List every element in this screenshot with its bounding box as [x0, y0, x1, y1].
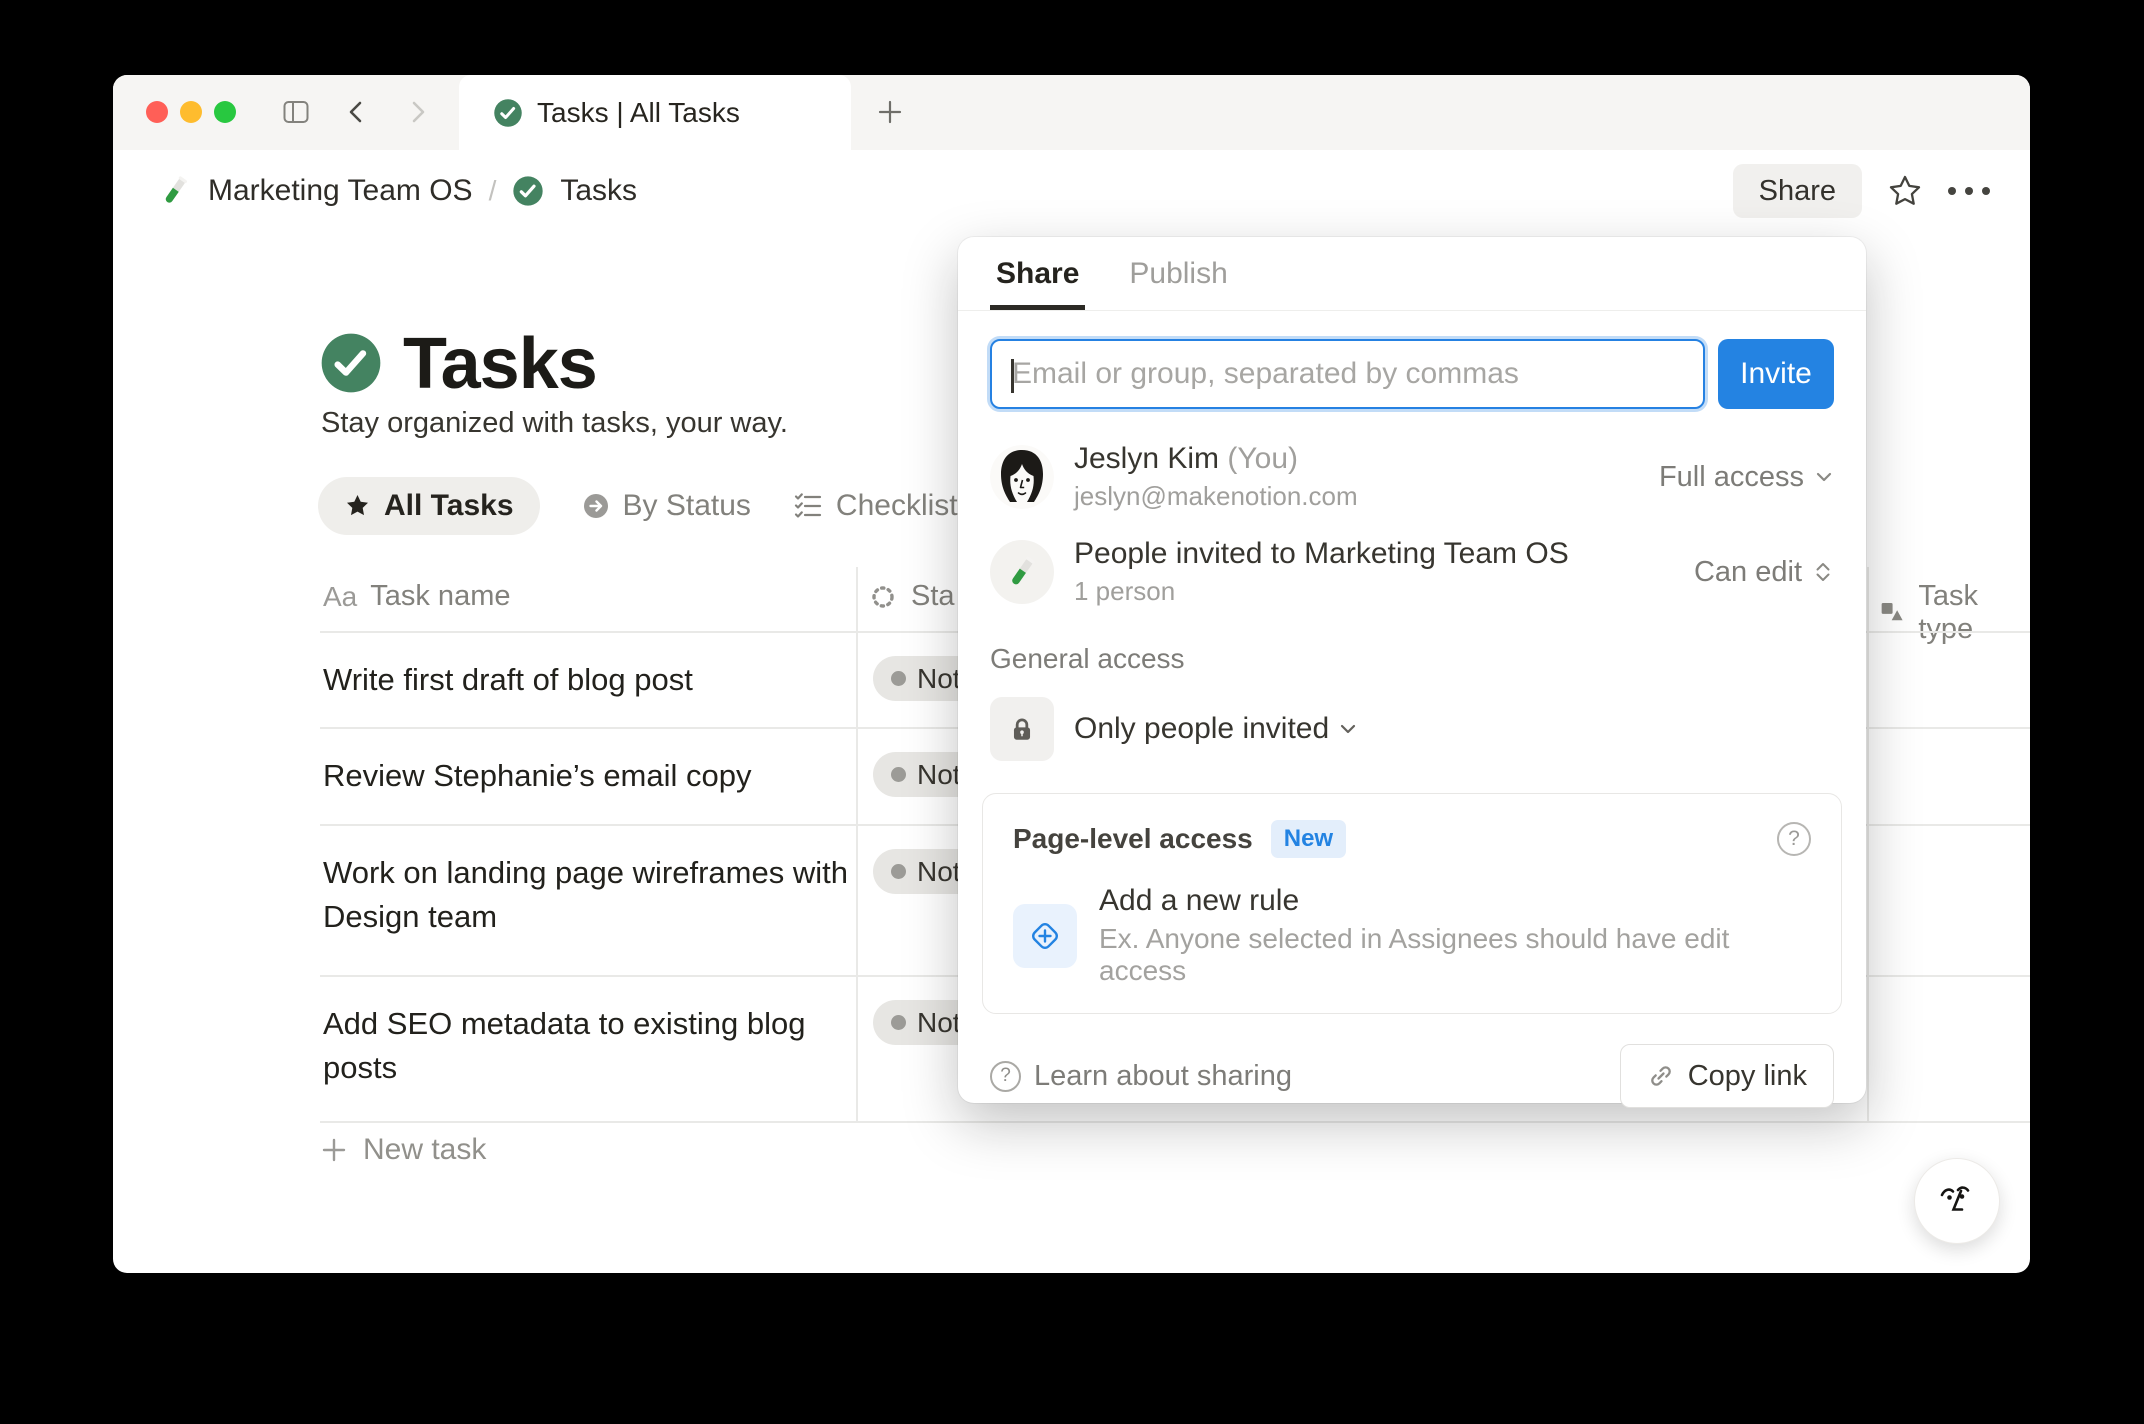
group-meta: 1 person — [1074, 576, 1694, 607]
member-row-owner: Jeslyn Kim (You) jeslyn@makenotion.com F… — [990, 442, 1834, 512]
general-access-row: Only people invited — [990, 697, 1834, 761]
star-icon — [344, 493, 371, 520]
back-icon[interactable] — [341, 97, 371, 127]
view-tab-by-status[interactable]: By Status — [582, 489, 751, 523]
new-tab-icon[interactable] — [875, 97, 905, 127]
forward-icon[interactable] — [403, 97, 433, 127]
page-subtitle: Stay organized with tasks, your way. — [321, 407, 788, 440]
column-header-status[interactable]: Sta — [868, 580, 955, 613]
page-level-access-box: Page-level access New ? Add a new rule E… — [982, 793, 1842, 1014]
text-caret — [1011, 359, 1014, 393]
tab-share[interactable]: Share — [990, 237, 1085, 310]
share-dialog: Share Publish Invite Jeslyn Kim (You) je… — [958, 237, 1866, 1103]
access-dropdown-full-access[interactable]: Full access — [1659, 461, 1834, 494]
breadcrumb-workspace[interactable]: Marketing Team OS — [208, 174, 473, 208]
tab-title: Tasks | All Tasks — [537, 97, 740, 129]
test-tube-icon — [158, 174, 192, 208]
workspace-avatar-test-tube-icon — [990, 540, 1054, 604]
column-divider — [1867, 567, 1869, 1123]
add-rule-row[interactable]: Add a new rule Ex. Anyone selected in As… — [1013, 884, 1811, 987]
general-access-dropdown[interactable]: Only people invited — [1074, 712, 1358, 746]
page-title: Tasks — [403, 323, 597, 405]
share-button[interactable]: Share — [1733, 164, 1862, 218]
page-level-access-title: Page-level access — [1013, 823, 1253, 855]
favorite-star-icon[interactable] — [1886, 172, 1924, 210]
zoom-window-button[interactable] — [214, 101, 236, 123]
help-icon[interactable]: ? — [1777, 822, 1811, 856]
chevron-down-icon — [1338, 719, 1358, 739]
more-options-icon[interactable] — [1948, 187, 1990, 195]
breadcrumb-separator: / — [489, 175, 497, 207]
column-divider — [856, 567, 858, 1123]
table-row-task-name[interactable]: Write first draft of blog post — [323, 658, 848, 702]
check-circle-icon — [493, 98, 523, 128]
table-row-task-name[interactable]: Work on landing page wireframes with Des… — [323, 851, 848, 939]
invite-email-input[interactable] — [990, 339, 1705, 409]
status-spinner-icon — [868, 582, 898, 612]
member-email: jeslyn@makenotion.com — [1074, 481, 1659, 512]
member-you-tag: (You) — [1227, 442, 1298, 475]
new-task-button[interactable]: New task — [320, 1133, 486, 1167]
general-access-label: General access — [990, 643, 1834, 675]
check-circle-icon — [512, 175, 544, 207]
plus-icon — [320, 1136, 348, 1164]
link-icon — [1647, 1062, 1675, 1090]
avatar — [990, 445, 1054, 509]
column-header-task-type[interactable]: Task type — [1878, 580, 2030, 646]
breadcrumb-page[interactable]: Tasks — [560, 174, 637, 208]
member-name: Jeslyn Kim — [1074, 442, 1219, 475]
view-tab-all-tasks[interactable]: All Tasks — [318, 477, 540, 535]
tab-publish[interactable]: Publish — [1123, 237, 1233, 310]
add-rule-example: Ex. Anyone selected in Assignees should … — [1099, 923, 1811, 987]
copy-link-button[interactable]: Copy link — [1620, 1044, 1834, 1108]
lock-icon — [990, 697, 1054, 761]
learn-about-sharing-link[interactable]: ? Learn about sharing — [990, 1060, 1292, 1093]
add-rule-title: Add a new rule — [1099, 884, 1811, 918]
topbar-actions: Share — [1733, 164, 1990, 218]
arrow-circle-icon — [582, 492, 610, 520]
table-row-task-name[interactable]: Add SEO metadata to existing blog posts — [323, 1002, 848, 1090]
minimize-window-button[interactable] — [180, 101, 202, 123]
table-row-task-name[interactable]: Review Stephanie’s email copy — [323, 754, 848, 798]
view-tab-checklist[interactable]: Checklist — [793, 489, 958, 523]
view-tabs: All Tasks By Status Checklist — [318, 477, 958, 535]
column-header-task-name[interactable]: Aa Task name — [323, 580, 510, 613]
checklist-icon — [793, 491, 823, 521]
tab-tasks[interactable]: Tasks | All Tasks — [459, 75, 851, 150]
access-dropdown-can-edit[interactable]: Can edit — [1694, 556, 1834, 589]
chevron-up-down-icon — [1812, 561, 1834, 583]
group-name: People invited to Marketing Team OS — [1074, 537, 1694, 571]
diamond-plus-icon — [1013, 904, 1077, 968]
close-window-button[interactable] — [146, 101, 168, 123]
sidebar-toggle-icon[interactable] — [281, 97, 311, 127]
member-row-invited-group: People invited to Marketing Team OS 1 pe… — [990, 537, 1834, 607]
shapes-icon — [1878, 598, 1905, 628]
app-window: Tasks | All Tasks Marketing Team OS / Ta… — [113, 75, 2030, 1273]
tab-bar: Tasks | All Tasks — [113, 75, 2030, 150]
notion-ai-button[interactable] — [1914, 1158, 2000, 1244]
chevron-down-icon — [1814, 467, 1834, 487]
help-icon: ? — [990, 1061, 1021, 1092]
text-property-icon: Aa — [323, 581, 357, 613]
new-badge: New — [1271, 820, 1346, 858]
invite-button[interactable]: Invite — [1718, 339, 1834, 409]
share-dialog-tabs: Share Publish — [958, 237, 1866, 311]
divider — [320, 1121, 2030, 1123]
notion-face-icon — [1934, 1178, 1980, 1224]
page-icon-check-circle[interactable] — [319, 331, 383, 395]
breadcrumb: Marketing Team OS / Tasks — [158, 161, 637, 221]
